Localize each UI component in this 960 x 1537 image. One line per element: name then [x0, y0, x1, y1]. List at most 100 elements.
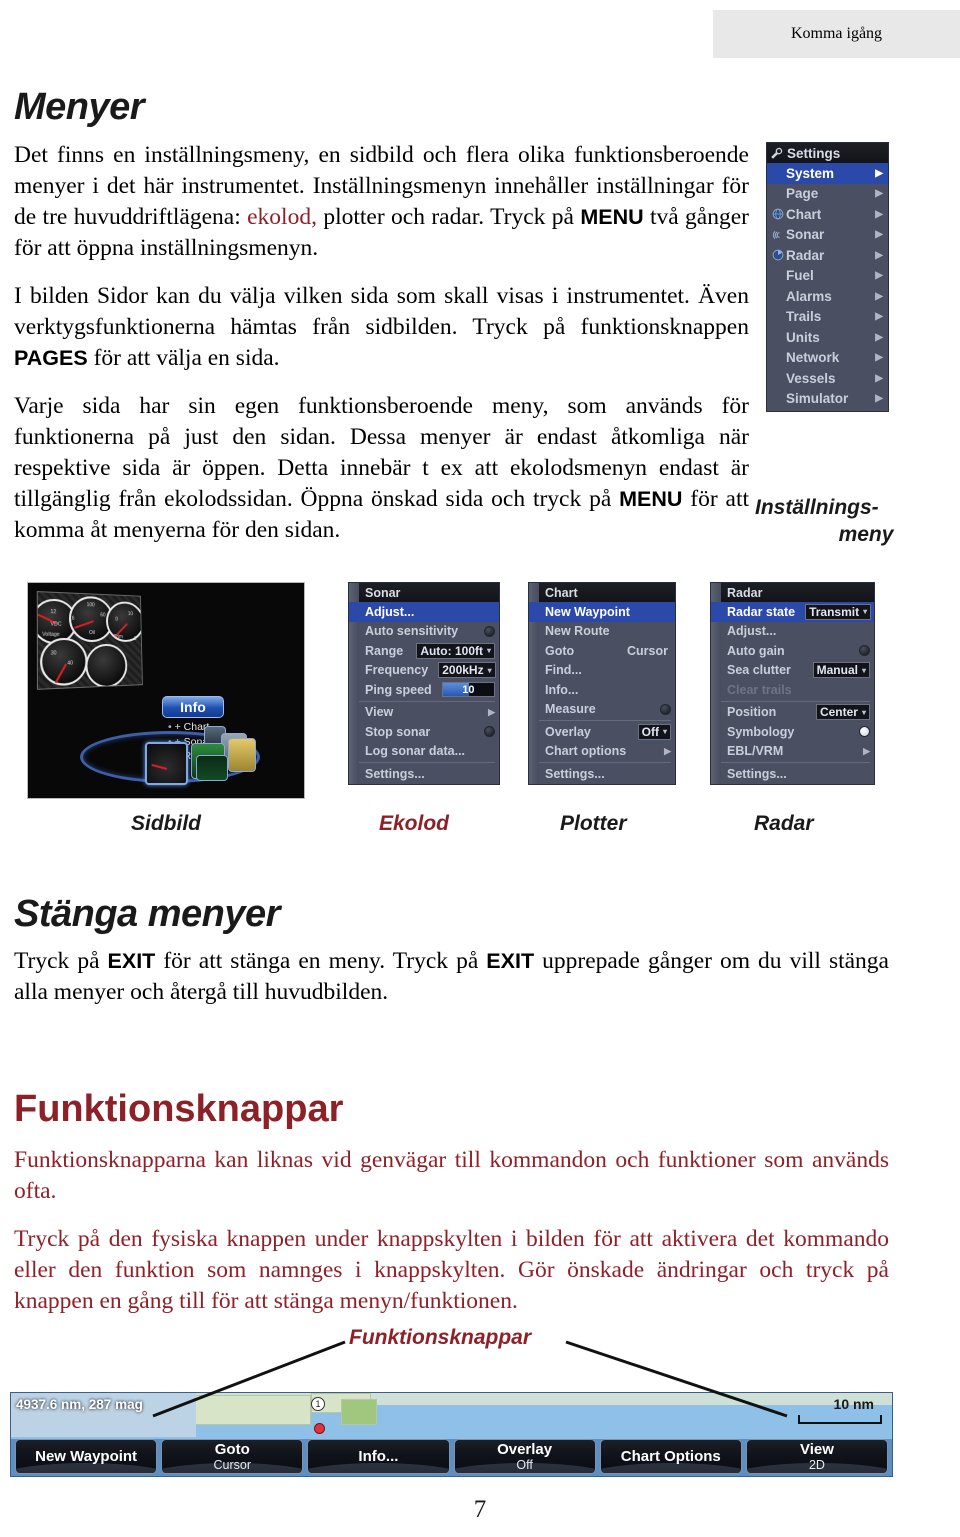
softkey-goto[interactable]: Goto Cursor: [161, 1439, 304, 1474]
settings-menu-item-system[interactable]: System ▶: [767, 163, 888, 184]
radar-combo-sea-clutter[interactable]: Manual ▾: [812, 662, 870, 679]
chart-toggle-measure-icon[interactable]: [660, 703, 671, 715]
settings-menu-item-label: Network: [786, 350, 840, 366]
carousel-info-button[interactable]: Info: [162, 696, 224, 718]
settings-menu-item-vessels[interactable]: Vessels ▶: [767, 368, 888, 389]
radar-menu-item-radar-state[interactable]: Radar state Transmit ▾: [711, 602, 874, 622]
sonar-menu-item-label: Settings...: [365, 766, 425, 781]
radar-menu-item-ebl-vrm[interactable]: EBL/VRM ▶: [711, 742, 874, 762]
settings-caption-line1: Inställnings-: [755, 496, 879, 519]
chart-menu-item-find[interactable]: Find...: [529, 661, 675, 681]
paragraph-funktionsknappar-1: Funktionsknapparna kan liknas vid genväg…: [14, 1147, 889, 1204]
settings-menu-item-network[interactable]: Network ▶: [767, 348, 888, 369]
wrench-icon: [770, 147, 783, 160]
p1-key-menu: MENU: [580, 205, 644, 229]
chevron-right-icon: ▶: [875, 188, 883, 200]
gauge-label-0: 0: [115, 616, 118, 623]
sonar-menu-item-view[interactable]: View ▶: [349, 703, 499, 723]
chart-menu-item-new-route[interactable]: New Route: [529, 622, 675, 642]
chevron-right-icon: ▶: [875, 229, 883, 241]
radar-icon: [770, 249, 786, 261]
settings-menu-screenshot: Settings System ▶ Page ▶ Chart ▶ Sonar ▶ Radar ▶ F…: [766, 142, 889, 412]
chart-menu-item-label: New Route: [545, 624, 610, 639]
settings-menu-item-fuel[interactable]: Fuel ▶: [767, 266, 888, 287]
chart-menu-item-label: Find...: [545, 663, 582, 678]
settings-menu-item-chart[interactable]: Chart ▶: [767, 204, 888, 225]
settings-menu-item-label: Chart: [786, 206, 822, 222]
carousel-thumb-c[interactable]: [228, 738, 256, 772]
combo-value: Transmit: [809, 604, 860, 619]
chart-menu-item-new-waypoint[interactable]: New Waypoint: [529, 602, 675, 622]
sonar-menu-item-auto-sensitivity[interactable]: Auto sensitivity: [349, 622, 499, 642]
sonar-toggle-auto-sensitivity-icon[interactable]: [484, 625, 495, 637]
chart-menu-item-info[interactable]: Info...: [529, 680, 675, 700]
gauge-speed: [85, 643, 128, 689]
section-heading-stanga-menyer: Stänga menyer: [14, 893, 280, 935]
globe-icon: [770, 208, 786, 220]
paragraph-menyer-2: I bilden Sidor kan du välja vilken sida …: [14, 281, 749, 374]
softkey-chart-options[interactable]: Chart Options: [599, 1439, 742, 1474]
settings-menu-item-simulator[interactable]: Simulator ▶: [767, 389, 888, 410]
settings-menu-item-units[interactable]: Units ▶: [767, 327, 888, 348]
radar-toggle-symbology-icon[interactable]: [859, 726, 870, 738]
softkey-view[interactable]: View 2D: [745, 1439, 889, 1474]
chart-combo-overlay[interactable]: Off ▾: [637, 723, 671, 740]
chevron-right-icon: ▶: [875, 393, 883, 405]
radar-toggle-auto-gain-icon[interactable]: [859, 645, 870, 657]
softkey-sublabel: 2D: [808, 1458, 825, 1472]
radar-menu-title: Radar: [711, 583, 874, 602]
stanga-key-exit-2: EXIT: [486, 949, 535, 973]
combo-value: Off: [641, 724, 659, 739]
sonar-menu-item-range[interactable]: Range Auto: 100ft ▾: [349, 641, 499, 661]
radar-menu-item-position[interactable]: Position Center ▾: [711, 703, 874, 723]
callout-label-funktionsknappar: Funktionsknappar: [349, 1326, 532, 1349]
radar-menu-item-sea-clutter[interactable]: Sea clutter Manual ▾: [711, 661, 874, 681]
sonar-menu-item-label: Adjust...: [365, 604, 415, 619]
sonar-slider-ping-speed[interactable]: 10: [441, 682, 495, 698]
carousel-thumb-e[interactable]: [196, 755, 228, 781]
menu-separator: [533, 762, 671, 763]
sonar-menu-item-settings[interactable]: Settings...: [349, 764, 499, 784]
softkey-info[interactable]: Info...: [307, 1439, 450, 1474]
device-screenshots-row: 12 16 VDC Voltage 30 40 100 60 Oil 0 10 …: [0, 582, 960, 812]
sonar-menu-item-label: Frequency: [365, 663, 429, 678]
sonar-combo-range[interactable]: Auto: 100ft ▾: [416, 642, 495, 659]
softkey-new-waypoint[interactable]: New Waypoint: [15, 1439, 158, 1474]
settings-menu-item-label: Page: [786, 186, 819, 202]
sonar-menu-item-stop-sonar[interactable]: Stop sonar: [349, 722, 499, 742]
settings-caption-line2: meny: [838, 523, 894, 546]
radar-menu-item-settings[interactable]: Settings...: [711, 764, 874, 784]
radar-combo-position[interactable]: Center ▾: [815, 704, 870, 721]
settings-menu-item-alarms[interactable]: Alarms ▶: [767, 286, 888, 307]
sonar-menu-item-log-sonar-data[interactable]: Log sonar data...: [349, 742, 499, 762]
chart-menu-item-chart-options[interactable]: Chart options ▶: [529, 742, 675, 762]
sonar-menu-item-adjust[interactable]: Adjust...: [349, 602, 499, 622]
settings-menu-item-trails[interactable]: Trails ▶: [767, 307, 888, 328]
settings-menu-item-radar[interactable]: Radar ▶: [767, 245, 888, 266]
chart-menu-item-measure[interactable]: Measure: [529, 700, 675, 720]
sonar-menu-item-label: Ping speed: [365, 682, 432, 697]
chart-menu-item-label: New Waypoint: [545, 604, 630, 619]
radar-menu-item-symbology[interactable]: Symbology: [711, 722, 874, 742]
sonar-menu-item-label: View: [365, 705, 394, 720]
radar-menu-item-auto-gain[interactable]: Auto gain: [711, 641, 874, 661]
carousel-thumb-selected[interactable]: [145, 742, 188, 785]
sonar-toggle-stop-sonar-icon[interactable]: [484, 726, 495, 738]
chevron-right-icon: ▶: [863, 745, 870, 756]
chart-menu-item-settings[interactable]: Settings...: [529, 764, 675, 784]
sonar-combo-frequency[interactable]: 200kHz ▾: [438, 662, 496, 679]
settings-menu-item-page[interactable]: Page ▶: [767, 184, 888, 205]
chart-menu-item-label: Info...: [545, 682, 579, 697]
softkey-overlay[interactable]: Overlay Off: [453, 1439, 596, 1474]
gauge-label-8: 8: [133, 636, 137, 642]
chart-menu-item-goto[interactable]: Goto Cursor: [529, 641, 675, 661]
chart-menu-item-overlay[interactable]: Overlay Off ▾: [529, 722, 675, 742]
radar-menu-item-adjust[interactable]: Adjust...: [711, 622, 874, 642]
p2-part-b: för att välja en sida.: [87, 345, 280, 371]
chevron-down-icon: ▾: [861, 665, 866, 675]
settings-menu-item-sonar[interactable]: Sonar ▶: [767, 225, 888, 246]
sonar-menu-item-ping-speed[interactable]: Ping speed 10: [349, 680, 499, 700]
radar-combo-radar-state[interactable]: Transmit ▾: [805, 603, 872, 620]
sonar-menu-item-frequency[interactable]: Frequency 200kHz ▾: [349, 661, 499, 681]
combo-value: 200kHz: [442, 663, 484, 678]
